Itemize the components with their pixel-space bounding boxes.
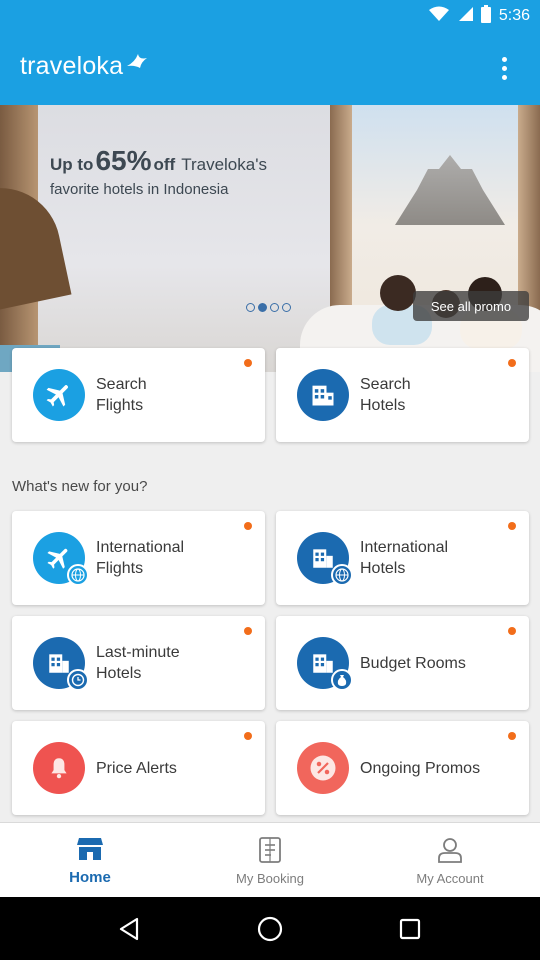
- nav-label: My Account: [416, 870, 484, 886]
- notification-dot: [244, 732, 252, 740]
- ongoing-promos-card[interactable]: Ongoing Promos: [276, 721, 529, 815]
- card-label: International Flights: [96, 539, 185, 577]
- card-label: Budget Rooms: [360, 654, 466, 672]
- notification-dot: [244, 522, 252, 530]
- booking-icon: [257, 836, 283, 867]
- home-icon: [76, 836, 104, 865]
- search-hotels-card[interactable]: Search Hotels: [276, 348, 529, 442]
- money-bag-icon: [331, 669, 353, 691]
- see-all-promo-button[interactable]: See all promo: [413, 291, 529, 321]
- budget-rooms-card[interactable]: Budget Rooms: [276, 616, 529, 710]
- bottom-navigation: Home My Booking My Account: [0, 822, 540, 897]
- hotel-globe-icon: [297, 532, 353, 586]
- globe-icon: [331, 564, 353, 586]
- card-label: Ongoing Promos: [360, 759, 481, 777]
- globe-icon: [67, 564, 89, 586]
- international-hotels-card[interactable]: International Hotels: [276, 511, 529, 605]
- notification-dot: [508, 522, 516, 530]
- wifi-icon: [428, 6, 449, 27]
- search-flights-card[interactable]: Search Flights: [12, 348, 265, 442]
- status-time: 5:36: [498, 7, 530, 24]
- back-icon[interactable]: [100, 909, 160, 949]
- card-label: Search Flights: [96, 376, 147, 414]
- carousel-dot[interactable]: [282, 303, 291, 312]
- clock-icon: [67, 669, 89, 691]
- last-minute-hotels-card[interactable]: Last-minute Hotels: [12, 616, 265, 710]
- overflow-menu-button[interactable]: [492, 52, 516, 84]
- notification-dot: [508, 627, 516, 635]
- nav-my-booking[interactable]: My Booking: [180, 823, 360, 898]
- nav-label: Home: [69, 868, 111, 886]
- carousel-dot-active[interactable]: [258, 303, 267, 312]
- promo-subtitle: favorite hotels in Indonesia: [50, 181, 229, 198]
- battery-icon: [480, 4, 491, 28]
- status-bar: 5:36: [0, 0, 540, 32]
- nav-label: My Booking: [236, 870, 304, 886]
- account-icon: [436, 836, 464, 867]
- card-label: Price Alerts: [96, 759, 177, 777]
- carousel-dot[interactable]: [246, 303, 255, 312]
- recents-icon[interactable]: [380, 909, 440, 949]
- card-label: Last-minute Hotels: [96, 644, 180, 682]
- airplane-globe-icon: [33, 532, 89, 586]
- whats-new-title: What's new for you?: [12, 478, 148, 495]
- more-vertical-icon: [501, 56, 507, 62]
- hotel-money-icon: [297, 637, 353, 691]
- traveloka-logo: traveloka: [20, 52, 149, 81]
- nav-home[interactable]: Home: [0, 823, 180, 898]
- notification-dot: [244, 627, 252, 635]
- notification-dot: [508, 359, 516, 367]
- app-bar: traveloka: [0, 32, 540, 105]
- system-navigation-bar: [0, 897, 540, 960]
- carousel-indicator: [246, 303, 291, 312]
- notification-dot: [508, 732, 516, 740]
- bird-logo-icon: [125, 52, 149, 81]
- price-alerts-card[interactable]: Price Alerts: [12, 721, 265, 815]
- brand-name: traveloka: [20, 52, 124, 80]
- bell-icon: [33, 742, 85, 794]
- airplane-icon: [33, 369, 85, 421]
- promo-banner[interactable]: Up to 65% off Traveloka's favorite hotel…: [0, 105, 540, 372]
- hotel-clock-icon: [33, 637, 89, 691]
- cellular-signal-icon: [457, 6, 473, 27]
- home-circle-icon[interactable]: [240, 909, 300, 949]
- notification-dot: [244, 359, 252, 367]
- card-label: Search Hotels: [360, 376, 411, 414]
- promo-brand: Traveloka's: [181, 155, 267, 174]
- promo-text: Up to 65% off Traveloka's favorite hotel…: [50, 145, 267, 198]
- promo-off: off: [153, 155, 176, 174]
- hotel-icon: [297, 369, 349, 421]
- percent-icon: [297, 742, 349, 794]
- promo-prefix: Up to: [50, 155, 94, 174]
- international-flights-card[interactable]: International Flights: [12, 511, 265, 605]
- promo-discount: 65%: [95, 145, 152, 176]
- card-label: International Hotels: [360, 539, 449, 577]
- nav-my-account[interactable]: My Account: [360, 823, 540, 898]
- carousel-dot[interactable]: [270, 303, 279, 312]
